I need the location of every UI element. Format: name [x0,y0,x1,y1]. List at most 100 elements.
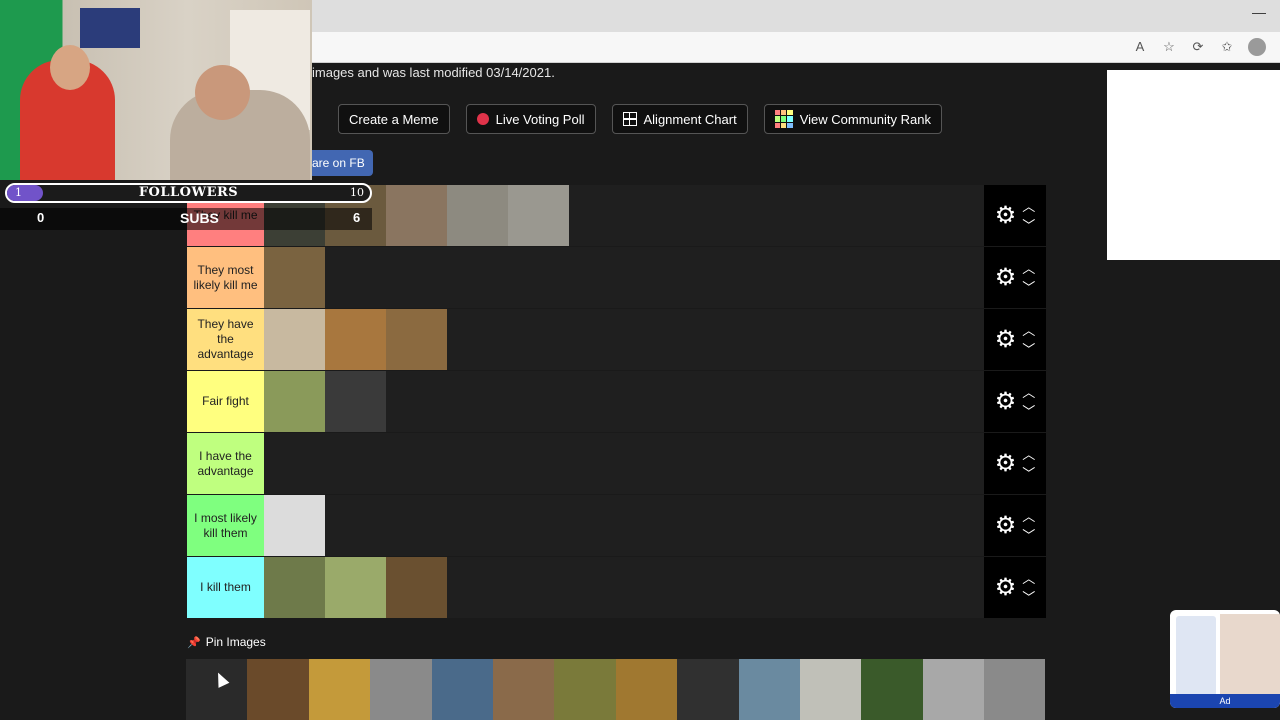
live-voting-poll-label: Live Voting Poll [495,111,585,127]
view-community-rank-button[interactable]: View Community Rank [763,104,942,134]
chevron-up-icon[interactable]: ︿ [1022,386,1035,399]
pool-image[interactable] [370,659,432,720]
gear-icon[interactable]: ⚙ [995,265,1017,290]
alignment-chart-button[interactable]: Alignment Chart [611,104,748,134]
tier-label[interactable]: I have the advantage [187,433,264,494]
live-voting-poll-button[interactable]: Live Voting Poll [465,104,596,134]
gear-icon[interactable]: ⚙ [995,327,1017,352]
tier-label[interactable]: I kill them [187,557,264,618]
minimize-icon[interactable]: — [1252,4,1266,20]
tier-controls: ⚙ ︿ ﹀ [984,371,1046,432]
chevron-up-icon[interactable]: ︿ [1022,324,1035,337]
tier-controls: ⚙ ︿ ﹀ [984,433,1046,494]
chevron-up-icon[interactable]: ︿ [1022,200,1035,213]
chevron-up-icon[interactable]: ︿ [1022,510,1035,523]
profile-avatar-icon[interactable] [1248,38,1266,56]
pool-image[interactable] [186,659,248,720]
tier-controls: ⚙ ︿ ﹀ [984,557,1046,618]
tier-item-image[interactable] [264,309,325,370]
chevron-down-icon[interactable]: ﹀ [1022,467,1035,480]
webcam-overlay [0,0,312,180]
tier-item-image[interactable] [264,371,325,432]
view-community-rank-label: View Community Rank [799,111,931,127]
tier-item-image[interactable] [386,557,447,618]
chevron-up-icon[interactable]: ︿ [1022,448,1035,461]
person-right-head [195,65,250,120]
favorites-list-icon[interactable]: ✩ [1219,39,1235,55]
tier-controls: ⚙ ︿ ﹀ [984,247,1046,308]
chevron-down-icon[interactable]: ﹀ [1022,591,1035,604]
subs-goal: 6 [353,210,361,225]
chevron-down-icon[interactable]: ﹀ [1022,343,1035,356]
tier-drop-zone[interactable] [264,495,984,556]
pool-image[interactable] [677,659,739,720]
pin-icon: 📌 [187,636,201,649]
action-toolbar: Create a Meme Live Voting Poll Alignment… [338,104,942,134]
create-meme-label: Create a Meme [349,111,439,127]
pool-image[interactable] [554,659,616,720]
pool-image[interactable] [922,659,985,720]
alignment-chart-label: Alignment Chart [643,111,737,127]
share-facebook-button[interactable]: are on FB [306,150,373,176]
tier-controls: ⚙ ︿ ﹀ [984,185,1046,246]
browser-actions: A ☆ ⟳ ✩ [1132,38,1266,56]
gear-icon[interactable]: ⚙ [995,389,1017,414]
tier-item-image[interactable] [264,247,325,308]
wall-poster [80,8,140,48]
tier-row: I have the advantage ⚙ ︿ ﹀ [187,433,1046,495]
pool-image[interactable] [308,659,371,720]
tier-item-image[interactable] [386,309,447,370]
tier-drop-zone[interactable] [264,247,984,308]
pool-image[interactable] [861,659,923,720]
tier-item-image[interactable] [325,557,386,618]
tier-label[interactable]: I most likely kill them [187,495,264,556]
read-aloud-icon[interactable]: A [1132,39,1148,55]
chevron-up-icon[interactable]: ︿ [1022,262,1035,275]
pool-image[interactable] [615,659,678,720]
gear-icon[interactable]: ⚙ [995,451,1017,476]
tier-drop-zone[interactable] [264,557,984,618]
tier-label[interactable]: Fair fight [187,371,264,432]
chevron-down-icon[interactable]: ﹀ [1022,281,1035,294]
pool-image[interactable] [431,659,493,720]
extensions-icon[interactable]: ⟳ [1190,39,1206,55]
tier-drop-zone[interactable] [264,309,984,370]
ad-banner[interactable] [1107,70,1280,260]
tier-drop-zone[interactable] [264,433,984,494]
tier-item-image[interactable] [447,185,508,246]
tier-row: They have the advantage ⚙ ︿ ﹀ [187,309,1046,371]
tier-item-image[interactable] [325,309,386,370]
pool-image[interactable] [738,659,800,720]
chevron-down-icon[interactable]: ﹀ [1022,529,1035,542]
tier-item-image[interactable] [508,185,569,246]
tier-move-arrows: ︿ ﹀ [1022,572,1035,604]
create-meme-button[interactable]: Create a Meme [338,104,450,134]
gear-icon[interactable]: ⚙ [995,575,1017,600]
favorite-star-icon[interactable]: ☆ [1161,39,1177,55]
tier-drop-zone[interactable] [264,185,984,246]
tier-item-image[interactable] [325,371,386,432]
chevron-down-icon[interactable]: ﹀ [1022,405,1035,418]
tier-item-image[interactable] [264,557,325,618]
tier-drop-zone[interactable] [264,371,984,432]
pin-images-toggle[interactable]: 📌 Pin Images [187,635,266,649]
tier-label[interactable]: They have the advantage [187,309,264,370]
pool-image[interactable] [799,659,862,720]
gear-icon[interactable]: ⚙ [995,513,1017,538]
tier-move-arrows: ︿ ﹀ [1022,324,1035,356]
tier-item-image[interactable] [386,185,447,246]
tier-item-image[interactable] [264,495,325,556]
chevron-up-icon[interactable]: ︿ [1022,572,1035,585]
tier-label[interactable]: They most likely kill me [187,247,264,308]
tierlist-info-text: images and was last modified 03/14/2021. [312,65,555,80]
tier-row: Fair fight ⚙ ︿ ﹀ [187,371,1046,433]
tier-row: I most likely kill them ⚙ ︿ ﹀ [187,495,1046,557]
gear-icon[interactable]: ⚙ [995,203,1017,228]
pool-image[interactable] [247,659,309,720]
ad-corner[interactable]: Ad [1170,610,1280,708]
pool-image[interactable] [984,659,1046,720]
followers-label: FOLLOWERS [138,185,239,200]
ad-label: Ad [1170,694,1280,708]
chevron-down-icon[interactable]: ﹀ [1022,219,1035,232]
pool-image[interactable] [492,659,555,720]
